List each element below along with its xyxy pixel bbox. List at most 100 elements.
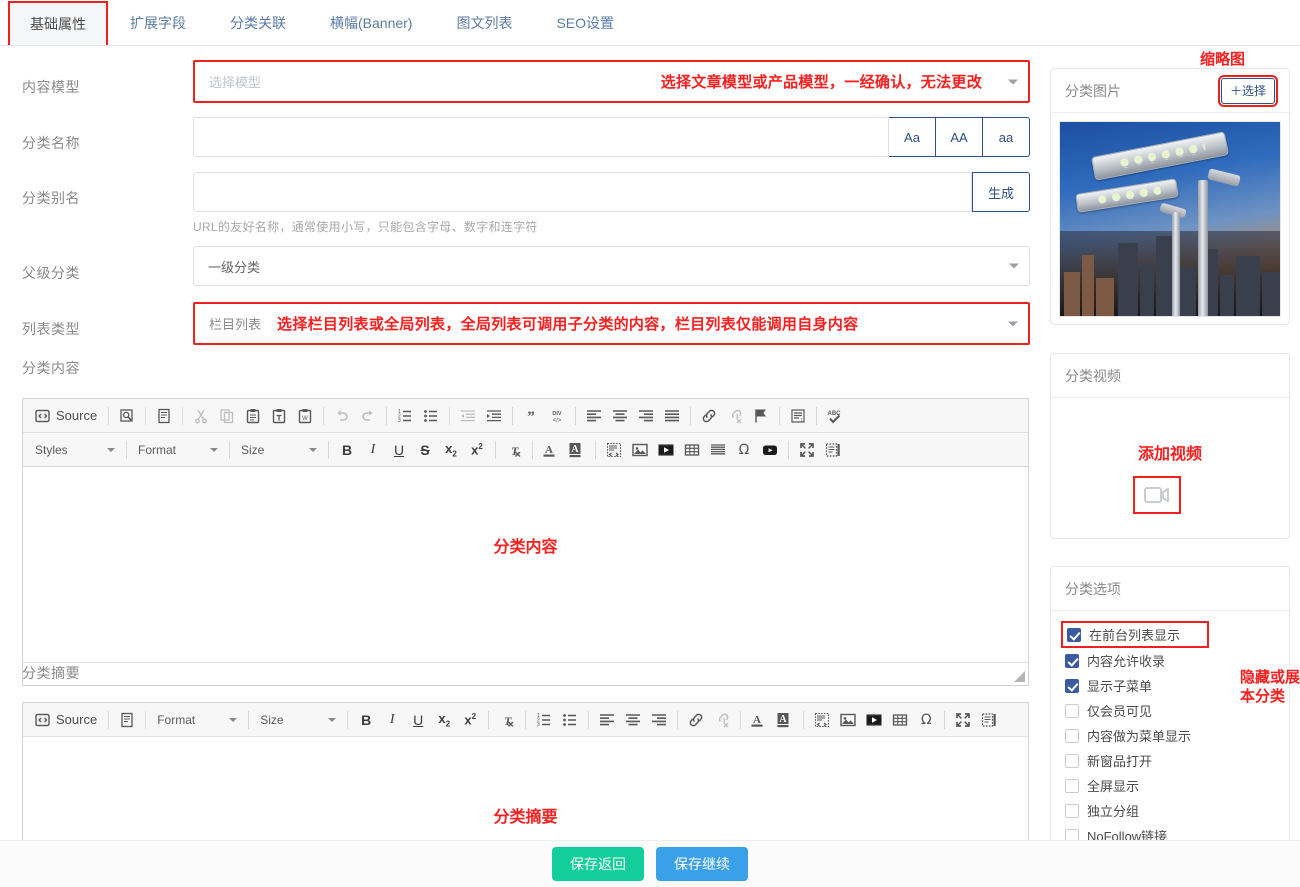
category-content-area[interactable]: 分类内容 [23, 467, 1028, 662]
toolbar-numbered-list-icon[interactable]: 123 [392, 403, 418, 429]
toolbar-bold-icon[interactable]: B [353, 707, 379, 733]
toolbar-align-left-icon[interactable] [581, 403, 607, 429]
parent-category-select[interactable]: 一级分类 [193, 246, 1030, 286]
option-row-highlighted[interactable]: 在前台列表显示 [1061, 621, 1209, 648]
toolbar-anchor-icon[interactable] [748, 403, 774, 429]
toolbar-bg-color-icon[interactable]: A [772, 707, 798, 733]
toolbar-image-icon[interactable] [835, 707, 861, 733]
toolbar-div-container-icon[interactable]: DIV </> [544, 403, 570, 429]
toolbar-templates-icon[interactable] [151, 403, 177, 429]
toolbar-code-snippet-icon[interactable] [809, 707, 835, 733]
tab-category-relation[interactable]: 分类关联 [208, 1, 308, 45]
toolbar-special-char-icon[interactable]: Ω [913, 707, 939, 733]
toolbar-flash-icon[interactable] [861, 707, 887, 733]
toolbar-align-justify-icon[interactable] [659, 403, 685, 429]
toolbar-link-icon[interactable] [696, 403, 722, 429]
toolbar-strike-icon[interactable]: S [412, 437, 438, 463]
toolbar-underline-icon[interactable]: U [386, 437, 412, 463]
toolbar-subscript-icon[interactable]: x2 [438, 437, 464, 463]
checkbox-unchecked[interactable] [1065, 753, 1079, 768]
toolbar-table-icon[interactable] [679, 437, 705, 463]
toolbar-preview-icon[interactable] [114, 403, 140, 429]
toolbar-superscript-icon[interactable]: x2 [464, 437, 490, 463]
select-image-button[interactable]: ＋选择 [1217, 74, 1279, 107]
toolbar-combo-styles[interactable]: Styles [29, 437, 121, 463]
checkbox-checked[interactable] [1065, 678, 1079, 693]
toolbar-indent-icon[interactable] [481, 403, 507, 429]
save-and-continue-button[interactable]: 保存继续 [656, 847, 748, 881]
toolbar-image-icon[interactable] [627, 437, 653, 463]
toolbar-special-char-icon[interactable]: Ω [731, 437, 757, 463]
tab-image-text-list[interactable]: 图文列表 [434, 1, 534, 45]
toolbar-underline-icon[interactable]: U [405, 707, 431, 733]
tab-extended-fields[interactable]: 扩展字段 [108, 1, 208, 45]
toolbar-table-icon[interactable] [887, 707, 913, 733]
checkbox-unchecked[interactable] [1065, 728, 1079, 743]
toolbar-bg-color-icon[interactable]: A [564, 437, 590, 463]
editor-toolbar-row-1[interactable]: Source W 1 2 3 ” DIV </> I ABC [23, 399, 1028, 433]
category-image-preview[interactable] [1059, 121, 1281, 317]
toolbar-paste-text-icon[interactable] [266, 403, 292, 429]
toolbar-flash-icon[interactable] [653, 437, 679, 463]
toolbar-combo-format[interactable]: Format [132, 437, 224, 463]
option-row[interactable]: 新窗品打开 [1065, 748, 1289, 773]
option-row[interactable]: 内容做为菜单显示 [1065, 723, 1289, 748]
toolbar-maximize-icon[interactable] [794, 437, 820, 463]
checkbox-checked[interactable] [1065, 653, 1079, 668]
toolbar-blockquote-icon[interactable]: ” [518, 403, 544, 429]
toolbar-italic-icon[interactable]: I [379, 707, 405, 733]
case-title-button[interactable]: Aa [889, 117, 936, 157]
toolbar-align-center-icon[interactable] [607, 403, 633, 429]
toolbar-horizontal-rule-icon[interactable] [705, 437, 731, 463]
toolbar-align-left-icon[interactable] [594, 707, 620, 733]
toolbar-bulleted-list-icon[interactable] [418, 403, 444, 429]
list-type-select[interactable]: 栏目列表 选择栏目列表或全局列表，全局列表可调用子分类的内容，栏目列表仅能调用自… [193, 302, 1030, 345]
toolbar-align-center-icon[interactable] [620, 707, 646, 733]
toolbar-youtube-icon[interactable] [757, 437, 783, 463]
tab-banner[interactable]: 横幅(Banner) [308, 1, 434, 45]
toolbar-show-blocks-icon[interactable] [976, 707, 1002, 733]
category-content-editor[interactable]: Source W 1 2 3 ” DIV </> I ABC Styles Format Size B I… [22, 398, 1029, 686]
toolbar-spellcheck-icon[interactable]: ABC [822, 403, 851, 429]
toolbar-paste-icon[interactable] [240, 403, 266, 429]
checkbox-checked[interactable] [1067, 627, 1081, 642]
toolbar-text-color-icon[interactable]: A [746, 707, 772, 733]
tab-basic-attributes[interactable]: 基础属性 [8, 1, 108, 45]
toolbar-text-form-icon[interactable]: I [785, 403, 811, 429]
content-model-select[interactable]: 选择模型 选择文章模型或产品模型，一经确认，无法更改 [193, 60, 1030, 103]
toolbar-source-icon[interactable]: Source [29, 707, 103, 733]
toolbar-remove-format-icon[interactable]: T [501, 437, 527, 463]
toolbar-subscript-icon[interactable]: x2 [431, 707, 457, 733]
save-and-return-button[interactable]: 保存返回 [552, 847, 644, 881]
generate-alias-button[interactable]: 生成 [972, 172, 1030, 212]
toolbar-align-right-icon[interactable] [646, 707, 672, 733]
toolbar-superscript-icon[interactable]: x2 [457, 707, 483, 733]
checkbox-unchecked[interactable] [1065, 778, 1079, 793]
checkbox-unchecked[interactable] [1065, 703, 1079, 718]
toolbar-combo-format[interactable]: Format [151, 707, 243, 733]
toolbar-combo-size[interactable]: Size [235, 437, 323, 463]
add-video-button[interactable] [1133, 476, 1181, 514]
toolbar-source-icon[interactable]: Source [29, 403, 103, 429]
toolbar-code-snippet-icon[interactable] [601, 437, 627, 463]
toolbar-link-icon[interactable] [683, 707, 709, 733]
toolbar-combo-size[interactable]: Size [254, 707, 342, 733]
category-alias-input[interactable] [193, 172, 972, 212]
option-row[interactable]: 独立分组 [1065, 798, 1289, 823]
toolbar-maximize-icon[interactable] [950, 707, 976, 733]
toolbar-text-color-icon[interactable]: A [538, 437, 564, 463]
toolbar-numbered-list-icon[interactable]: 123 [531, 707, 557, 733]
case-upper-button[interactable]: AA [936, 117, 983, 157]
case-lower-button[interactable]: aa [983, 117, 1030, 157]
toolbar-show-blocks-icon[interactable] [820, 437, 846, 463]
tab-seo-settings[interactable]: SEO设置 [534, 1, 636, 45]
category-name-input[interactable] [193, 117, 889, 157]
summary-editor-toolbar[interactable]: Source Format Size B I Ux2 x2 T 1 2 3 A A Ω [23, 703, 1028, 737]
toolbar-templates-icon[interactable] [114, 707, 140, 733]
toolbar-paste-word-icon[interactable]: W [292, 403, 318, 429]
toolbar-align-right-icon[interactable] [633, 403, 659, 429]
option-row[interactable]: 全屏显示 [1065, 773, 1289, 798]
checkbox-unchecked[interactable] [1065, 803, 1079, 818]
toolbar-bulleted-list-icon[interactable] [557, 707, 583, 733]
toolbar-bold-icon[interactable]: B [334, 437, 360, 463]
